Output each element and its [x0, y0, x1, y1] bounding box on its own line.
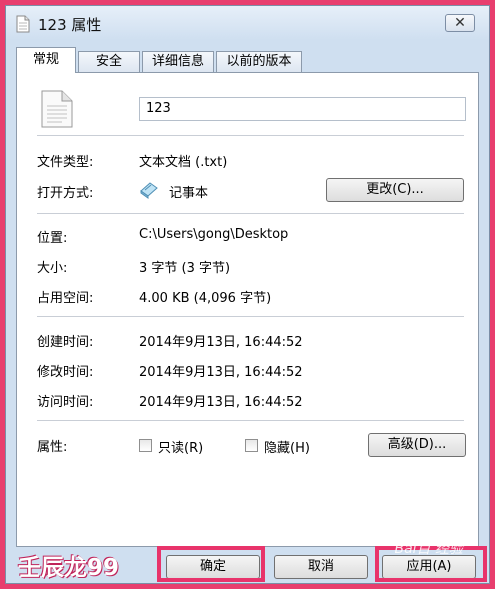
- file-name-input[interactable]: 123: [139, 97, 466, 121]
- modified-value: 2014年9月13日, 16:44:52: [139, 365, 303, 380]
- location-value: C:\Users\gong\Desktop: [139, 227, 289, 242]
- tab-general[interactable]: 常规: [16, 47, 76, 73]
- size-on-disk-value: 4.00 KB (4,096 字节): [139, 291, 272, 306]
- title-bar[interactable]: 123 属性 ✕: [6, 6, 489, 40]
- accessed-label: 访问时间:: [37, 395, 94, 410]
- file-type-value: 文本文档 (.txt): [139, 155, 228, 170]
- text-document-icon: [41, 90, 73, 128]
- open-with-value: 记事本: [169, 186, 209, 201]
- hidden-checkbox[interactable]: [245, 439, 258, 452]
- created-value: 2014年9月13日, 16:44:52: [139, 335, 303, 350]
- open-with-label: 打开方式:: [37, 186, 94, 201]
- advanced-button[interactable]: 高级(D)...: [368, 433, 466, 457]
- tab-security-label: 安全: [95, 54, 122, 69]
- divider: [37, 420, 464, 421]
- divider: [37, 316, 464, 317]
- text-file-icon: [16, 15, 30, 33]
- divider: [37, 213, 464, 214]
- cancel-button[interactable]: 取消: [274, 555, 368, 579]
- modified-label: 修改时间:: [37, 365, 94, 380]
- size-label: 大小:: [37, 261, 68, 276]
- size-value: 3 字节 (3 字节): [139, 261, 231, 276]
- divider: [37, 135, 464, 136]
- tab-details[interactable]: 详细信息: [142, 51, 214, 72]
- close-icon: ✕: [454, 15, 466, 31]
- window-title: 123 属性: [38, 16, 102, 34]
- tab-security[interactable]: 安全: [78, 51, 140, 72]
- change-button[interactable]: 更改(C)...: [326, 178, 464, 202]
- hidden-label[interactable]: 隐藏(H): [264, 437, 310, 456]
- created-label: 创建时间:: [37, 335, 94, 350]
- general-panel: 123 文件类型: 文本文档 (.txt) 打开方式: 记事本 更改(C)...…: [16, 72, 479, 547]
- ok-button-highlight: [157, 546, 265, 582]
- accessed-value: 2014年9月13日, 16:44:52: [139, 395, 303, 410]
- properties-window: 123 属性 ✕ 常规 安全 详细信息 以前的版本 123 文件类型: 文本文档…: [5, 5, 490, 584]
- close-button[interactable]: ✕: [445, 14, 475, 32]
- attributes-label: 属性:: [37, 440, 68, 455]
- size-on-disk-label: 占用空间:: [37, 291, 94, 306]
- readonly-checkbox[interactable]: [139, 439, 152, 452]
- location-label: 位置:: [37, 231, 68, 246]
- tab-previous-versions-label: 以前的版本: [226, 54, 292, 69]
- readonly-label[interactable]: 只读(R): [158, 437, 203, 456]
- watermark-text: 壬辰龙99: [18, 555, 120, 581]
- file-type-label: 文件类型:: [37, 155, 94, 170]
- tab-details-label: 详细信息: [151, 54, 204, 69]
- tab-general-label: 常规: [32, 52, 59, 67]
- baidu-watermark: Bai百 经验: [394, 541, 463, 557]
- notepad-icon: [140, 182, 158, 199]
- tab-previous-versions[interactable]: 以前的版本: [216, 51, 302, 72]
